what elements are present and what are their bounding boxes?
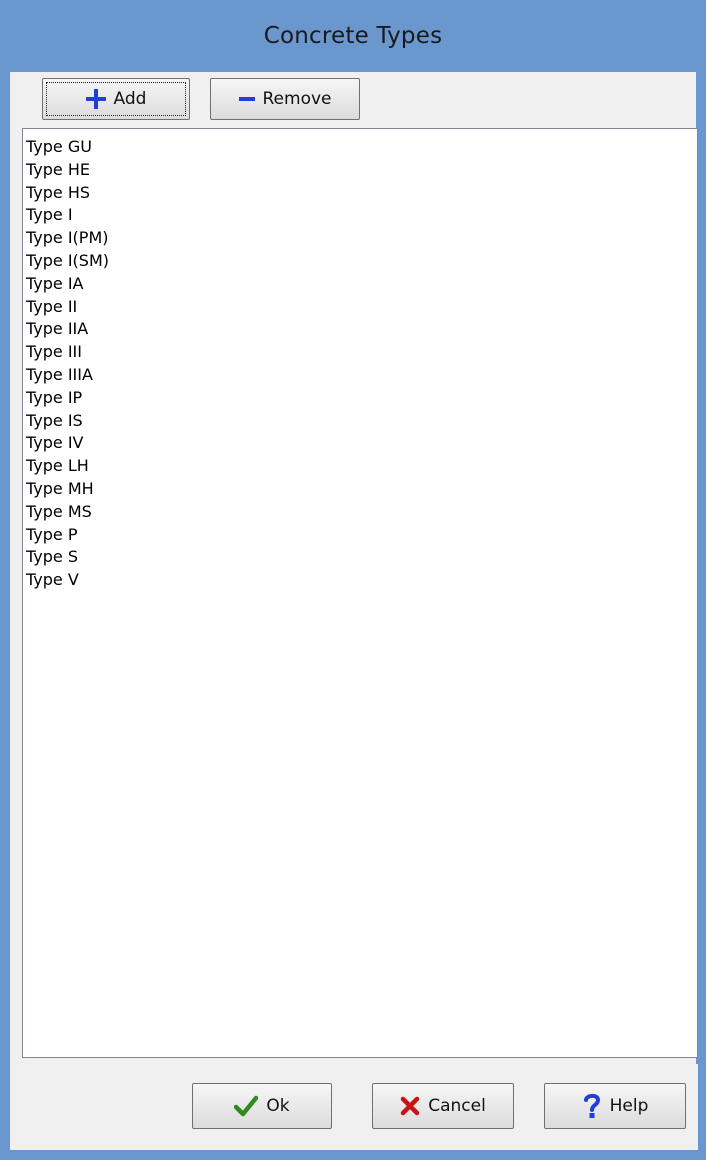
question-mark-icon — [582, 1093, 602, 1119]
ok-button[interactable]: Ok — [192, 1083, 332, 1129]
list-item[interactable]: Type I(SM) — [26, 250, 697, 273]
plus-icon — [85, 89, 106, 109]
remove-button-label: Remove — [262, 89, 332, 109]
list-item[interactable]: Type IP — [26, 387, 697, 410]
list-item[interactable]: Type IV — [26, 432, 697, 455]
list-item[interactable]: Type GU — [26, 136, 697, 159]
list-item[interactable]: Type II — [26, 296, 697, 319]
list-item[interactable]: Type MH — [26, 478, 697, 501]
title-bar[interactable]: Concrete Types — [0, 0, 706, 72]
dialog-client-area: Add Remove Type GU Type HE Type HS Type I Ty… — [10, 72, 698, 1150]
remove-button[interactable]: Remove — [210, 78, 360, 120]
list-item[interactable]: Type P — [26, 524, 697, 547]
list-item[interactable]: Type III — [26, 341, 697, 364]
list-item[interactable]: Type HE — [26, 159, 697, 182]
list-item[interactable]: Type IIA — [26, 318, 697, 341]
add-button-label: Add — [113, 89, 147, 109]
list-item[interactable]: Type IA — [26, 273, 697, 296]
dialog-window: Concrete Types Add Remove Type GU Type HE… — [0, 0, 706, 1160]
dialog-footer: Ok Cancel Help — [22, 1064, 698, 1150]
list-item[interactable]: Type LH — [26, 455, 697, 478]
list-item[interactable]: Type HS — [26, 182, 697, 205]
list-item[interactable]: Type I(PM) — [26, 227, 697, 250]
checkmark-icon — [234, 1095, 259, 1117]
window-title: Concrete Types — [263, 23, 443, 49]
concrete-types-listbox[interactable]: Type GU Type HE Type HS Type I Type I(PM) Typ… — [22, 128, 698, 1058]
help-button[interactable]: Help — [544, 1083, 686, 1129]
list-item[interactable]: Type I — [26, 204, 697, 227]
help-button-label: Help — [609, 1096, 649, 1116]
list-item[interactable]: Type MS — [26, 501, 697, 524]
list-item[interactable]: Type IIIA — [26, 364, 697, 387]
concrete-types-list: Type GU Type HE Type HS Type I Type I(PM) Typ… — [23, 129, 697, 592]
cancel-button-label: Cancel — [428, 1096, 486, 1116]
list-item[interactable]: Type IS — [26, 410, 697, 433]
x-icon — [400, 1096, 420, 1116]
list-item[interactable]: Type V — [26, 569, 697, 592]
ok-button-label: Ok — [266, 1096, 290, 1116]
add-button[interactable]: Add — [42, 78, 190, 120]
list-item[interactable]: Type S — [26, 546, 697, 569]
cancel-button[interactable]: Cancel — [372, 1083, 514, 1129]
toolbar: Add Remove — [10, 72, 696, 126]
minus-icon — [238, 97, 255, 101]
